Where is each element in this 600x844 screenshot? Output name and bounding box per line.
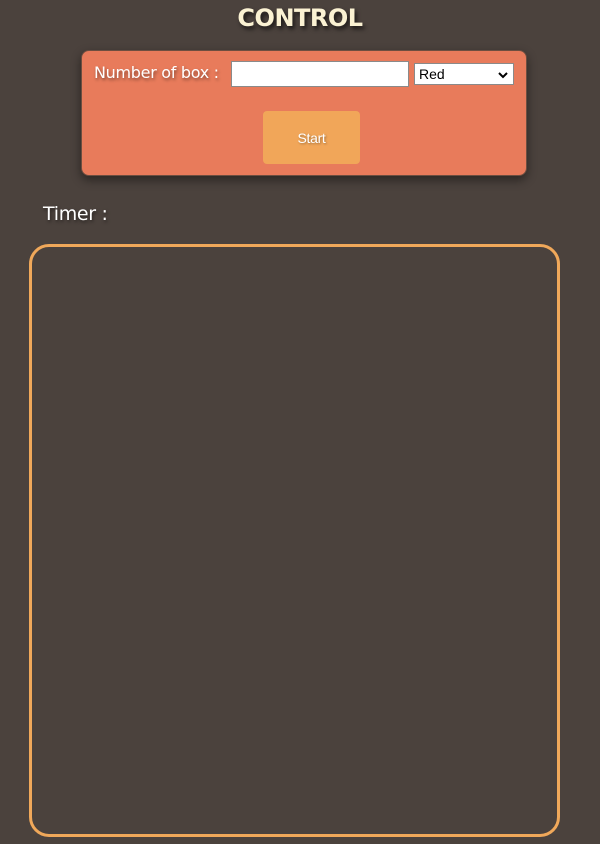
timer-display: Timer : xyxy=(43,203,114,225)
chevron-down-icon xyxy=(497,68,509,80)
page-title: CONTROL xyxy=(237,4,363,32)
start-button[interactable]: Start xyxy=(263,111,360,164)
color-select-value: Red xyxy=(419,66,445,82)
control-panel: Number of box : Red Start xyxy=(81,50,527,176)
play-area[interactable] xyxy=(29,244,560,837)
box-count-label: Number of box : xyxy=(94,63,219,82)
color-select[interactable]: Red xyxy=(414,63,514,85)
box-count-input[interactable] xyxy=(231,61,409,87)
timer-label: Timer : xyxy=(43,203,108,225)
